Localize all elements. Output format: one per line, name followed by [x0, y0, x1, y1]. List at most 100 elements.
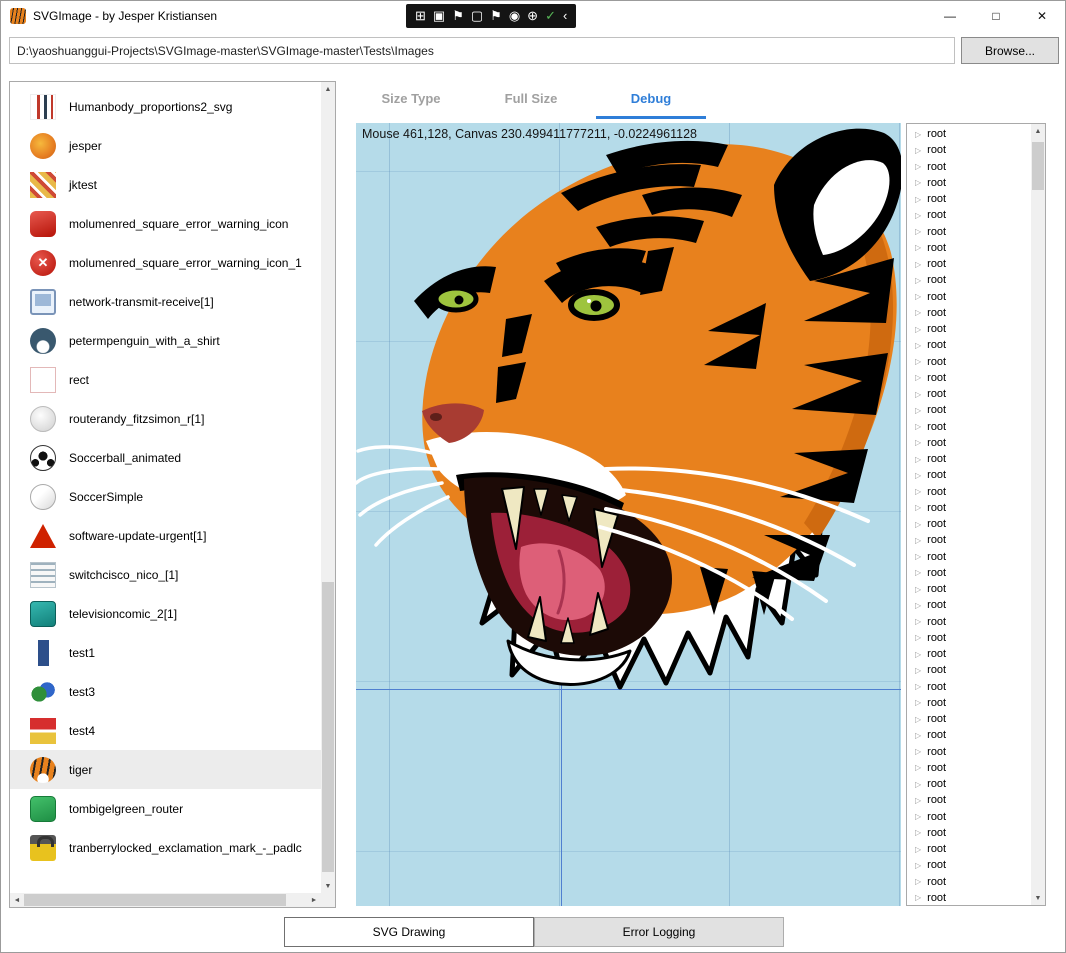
expand-arrow-icon[interactable]: ▷	[915, 503, 921, 512]
scroll-up-icon[interactable]: ▲	[321, 82, 335, 96]
expand-arrow-icon[interactable]: ▷	[915, 341, 921, 350]
expand-arrow-icon[interactable]: ▷	[915, 666, 921, 675]
tab-size-type[interactable]: Size Type	[356, 85, 466, 119]
file-list-item-tranberrylocked_exclamation_mark_-_padlc[interactable]: tranberrylocked_exclamation_mark_-_padlc	[10, 828, 321, 867]
expand-arrow-icon[interactable]: ▷	[915, 763, 921, 772]
expand-arrow-icon[interactable]: ▷	[915, 438, 921, 447]
expand-arrow-icon[interactable]: ▷	[915, 812, 921, 821]
file-list-item-rect[interactable]: rect	[10, 360, 321, 399]
file-list-item-jesper[interactable]: jesper	[10, 126, 321, 165]
file-list-item-petermpenguin_with_a_shirt[interactable]: petermpenguin_with_a_shirt	[10, 321, 321, 360]
tree-node-root[interactable]: ▷root	[907, 809, 1031, 825]
expand-arrow-icon[interactable]: ▷	[915, 130, 921, 139]
tree-node-root[interactable]: ▷root	[907, 337, 1031, 353]
bottom-tab-error-logging[interactable]: Error Logging	[534, 917, 784, 947]
expand-arrow-icon[interactable]: ▷	[915, 698, 921, 707]
expand-arrow-icon[interactable]: ▷	[915, 585, 921, 594]
expand-arrow-icon[interactable]: ▷	[915, 552, 921, 561]
file-list-item-routerandy_fitzsimon_r[1][interactable]: routerandy_fitzsimon_r[1]	[10, 399, 321, 438]
scroll-right-icon[interactable]: ►	[307, 893, 321, 907]
expand-arrow-icon[interactable]: ▷	[915, 146, 921, 155]
tree-node-root[interactable]: ▷root	[907, 386, 1031, 402]
expand-arrow-icon[interactable]: ▷	[915, 357, 921, 366]
expand-arrow-icon[interactable]: ▷	[915, 390, 921, 399]
file-list-item-SoccerSimple[interactable]: SoccerSimple	[10, 477, 321, 516]
scroll-up-icon[interactable]: ▲	[1031, 124, 1045, 138]
tree-node-root[interactable]: ▷root	[907, 532, 1031, 548]
expand-arrow-icon[interactable]: ▷	[915, 536, 921, 545]
expand-arrow-icon[interactable]: ▷	[915, 471, 921, 480]
expand-arrow-icon[interactable]: ▷	[915, 162, 921, 171]
expand-arrow-icon[interactable]: ▷	[915, 796, 921, 805]
tree-node-root[interactable]: ▷root	[907, 321, 1031, 337]
tree-node-root[interactable]: ▷root	[907, 776, 1031, 792]
expand-arrow-icon[interactable]: ▷	[915, 715, 921, 724]
tree-node-root[interactable]: ▷root	[907, 256, 1031, 272]
tree-node-root[interactable]: ▷root	[907, 370, 1031, 386]
tree-node-root[interactable]: ▷root	[907, 614, 1031, 630]
tree-node-root[interactable]: ▷root	[907, 760, 1031, 776]
status-check-icon[interactable]: ✓	[545, 4, 556, 28]
scroll-down-icon[interactable]: ▼	[1031, 891, 1045, 905]
tree-node-root[interactable]: ▷root	[907, 516, 1031, 532]
file-list-item-test3[interactable]: test3	[10, 672, 321, 711]
flag-cursor-icon[interactable]: ⚑	[490, 4, 502, 28]
tree-node-root[interactable]: ▷root	[907, 857, 1031, 873]
tree-node-root[interactable]: ▷root	[907, 484, 1031, 500]
expand-arrow-icon[interactable]: ▷	[915, 780, 921, 789]
tree-node-root[interactable]: ▷root	[907, 272, 1031, 288]
expand-arrow-icon[interactable]: ▷	[915, 325, 921, 334]
tree-node-root[interactable]: ▷root	[907, 224, 1031, 240]
tree-node-root[interactable]: ▷root	[907, 646, 1031, 662]
tree-node-root[interactable]: ▷root	[907, 175, 1031, 191]
expand-arrow-icon[interactable]: ▷	[915, 373, 921, 382]
scroll-down-icon[interactable]: ▼	[321, 879, 335, 893]
screen-capture-icon[interactable]: ⊞	[415, 4, 426, 28]
tree-node-root[interactable]: ▷root	[907, 159, 1031, 175]
expand-arrow-icon[interactable]: ▷	[915, 682, 921, 691]
tree-node-root[interactable]: ▷root	[907, 792, 1031, 808]
tree-node-root[interactable]: ▷root	[907, 565, 1031, 581]
tree-node-root[interactable]: ▷root	[907, 435, 1031, 451]
file-list-item-test1[interactable]: test1	[10, 633, 321, 672]
expand-arrow-icon[interactable]: ▷	[915, 520, 921, 529]
tree-node-root[interactable]: ▷root	[907, 467, 1031, 483]
expand-arrow-icon[interactable]: ▷	[915, 422, 921, 431]
tree-node-root[interactable]: ▷root	[907, 890, 1031, 905]
tree-vertical-scrollbar[interactable]: ▲ ▼	[1031, 124, 1045, 905]
tree-node-root[interactable]: ▷root	[907, 662, 1031, 678]
tab-debug[interactable]: Debug	[596, 85, 706, 119]
expand-arrow-icon[interactable]: ▷	[915, 292, 921, 301]
video-camera-icon[interactable]: ▣	[433, 4, 445, 28]
tree-node-root[interactable]: ▷root	[907, 451, 1031, 467]
expand-arrow-icon[interactable]: ▷	[915, 893, 921, 902]
scrollbar-thumb[interactable]	[24, 894, 286, 906]
file-list-horizontal-scrollbar[interactable]: ◄ ►	[10, 893, 321, 907]
expand-arrow-icon[interactable]: ▷	[915, 276, 921, 285]
tree-node-root[interactable]: ▷root	[907, 305, 1031, 321]
flag-icon[interactable]: ⚑	[452, 4, 464, 28]
file-list-item-switchcisco_nico_[1][interactable]: switchcisco_nico_[1]	[10, 555, 321, 594]
expand-arrow-icon[interactable]: ▷	[915, 845, 921, 854]
expand-arrow-icon[interactable]: ▷	[915, 633, 921, 642]
tree-node-root[interactable]: ▷root	[907, 354, 1031, 370]
expand-arrow-icon[interactable]: ▷	[915, 828, 921, 837]
scroll-left-icon[interactable]: ◄	[10, 893, 24, 907]
expand-arrow-icon[interactable]: ▷	[915, 243, 921, 252]
maximize-button[interactable]: □	[973, 1, 1019, 31]
file-list-item-Soccerball_animated[interactable]: Soccerball_animated	[10, 438, 321, 477]
minimize-button[interactable]: —	[927, 1, 973, 31]
tree-node-root[interactable]: ▷root	[907, 191, 1031, 207]
tree-node-root[interactable]: ▷root	[907, 581, 1031, 597]
tree-node-root[interactable]: ▷root	[907, 597, 1031, 613]
file-list-item-jktest[interactable]: jktest	[10, 165, 321, 204]
tree-node-root[interactable]: ▷root	[907, 727, 1031, 743]
file-list-item-tiger[interactable]: tiger	[10, 750, 321, 789]
tree-node-root[interactable]: ▷root	[907, 240, 1031, 256]
collapse-arrow-icon[interactable]: ‹	[563, 4, 567, 28]
tree-node-root[interactable]: ▷root	[907, 549, 1031, 565]
expand-arrow-icon[interactable]: ▷	[915, 568, 921, 577]
scrollbar-thumb[interactable]	[1032, 142, 1044, 190]
scrollbar-thumb[interactable]	[322, 582, 334, 872]
file-list-item-tombigelgreen_router[interactable]: tombigelgreen_router	[10, 789, 321, 828]
